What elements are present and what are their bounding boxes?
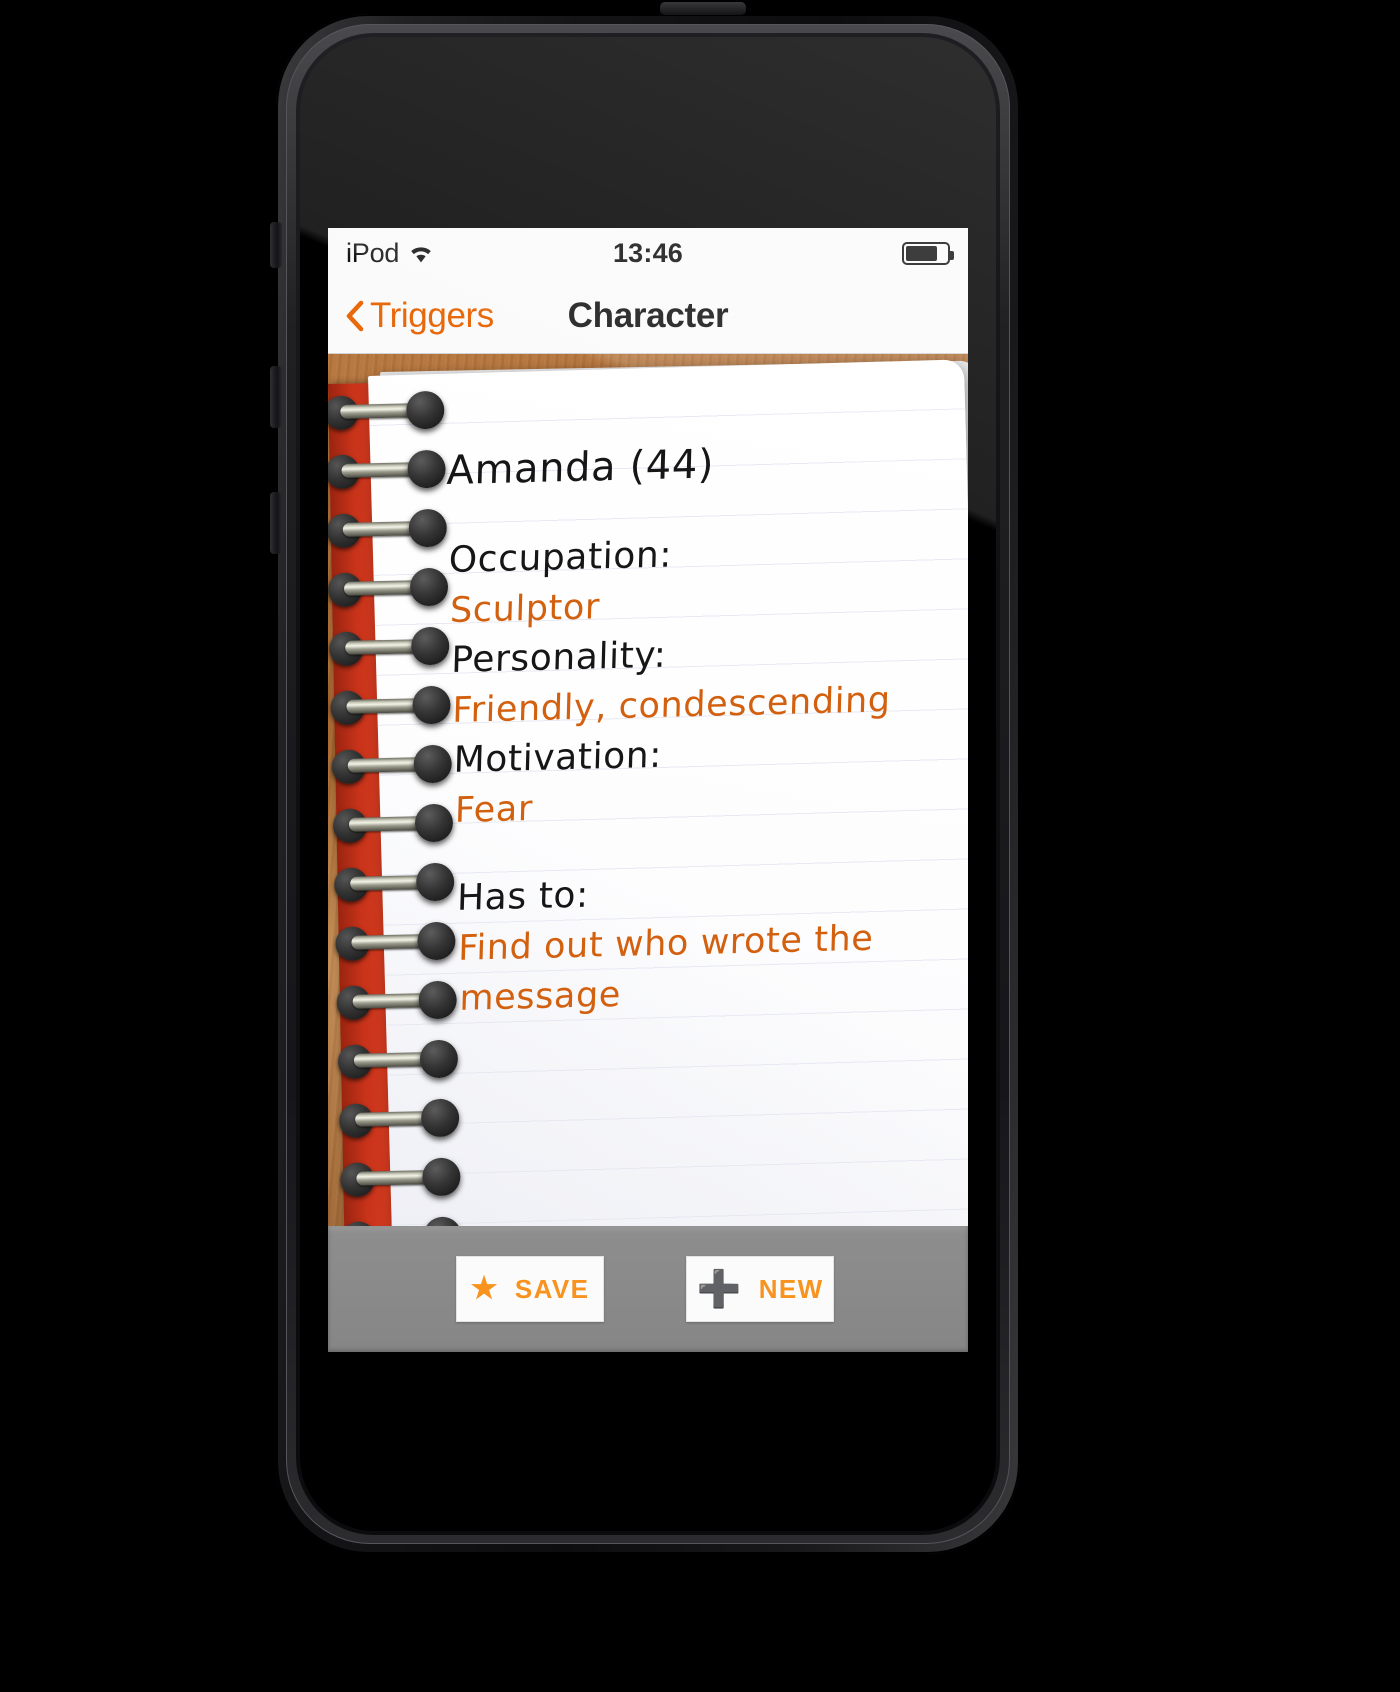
character-note[interactable]: Amanda (44) Occupation: Sculptor Persona… — [446, 435, 930, 1024]
volume-up-button[interactable] — [270, 366, 282, 428]
new-button[interactable]: ➕ NEW — [686, 1256, 834, 1322]
spiral-ring-right-cap — [418, 980, 458, 1020]
spiral-ring-right-cap — [409, 567, 449, 607]
volume-down-button[interactable] — [270, 492, 282, 554]
spiral-ring-right-cap — [417, 921, 456, 961]
spiral-ring — [328, 449, 448, 490]
spiral-ring — [335, 921, 458, 962]
spiral-ring-right-cap — [421, 1157, 461, 1197]
spiral-ring-right-cap — [410, 626, 450, 666]
spiral-ring — [328, 567, 451, 608]
chevron-left-icon — [344, 300, 364, 332]
save-button[interactable]: ★ SAVE — [456, 1256, 604, 1322]
battery-icon — [902, 241, 954, 265]
back-button[interactable]: Triggers — [328, 296, 494, 336]
carrier-label: iPod — [346, 237, 400, 268]
status-bar-left: iPod — [346, 238, 434, 269]
spiral-ring — [332, 803, 456, 844]
phone-screen: iPod 13:46 Triggers Character Amanda (44… — [328, 228, 968, 1352]
notebook-content-area: Amanda (44) Occupation: Sculptor Persona… — [328, 354, 968, 1352]
spiral-ring-right-cap — [414, 803, 454, 843]
spiral-ring-right-cap — [408, 508, 448, 548]
action-bar: ★ SAVE ➕ NEW — [328, 1226, 968, 1352]
spiral-ring — [336, 980, 459, 1021]
spiral-ring-right-cap — [415, 862, 455, 902]
status-bar-right — [902, 241, 954, 265]
mute-switch[interactable] — [270, 222, 282, 268]
spiral-ring — [340, 1157, 463, 1198]
screenshot-root: iPod 13:46 Triggers Character Amanda (44… — [0, 0, 1400, 1692]
back-button-label: Triggers — [370, 295, 494, 335]
spiral-ring — [328, 626, 452, 667]
spiral-ring — [337, 1039, 461, 1080]
wifi-icon — [408, 244, 434, 264]
status-bar: iPod 13:46 — [328, 228, 968, 278]
battery-fill — [906, 245, 938, 261]
navigation-bar: Triggers Character — [328, 278, 968, 354]
spiral-ring-right-cap — [420, 1098, 460, 1138]
star-icon: ★ — [470, 1272, 499, 1305]
spiral-ring-right-cap — [413, 744, 453, 784]
spiral-ring — [331, 744, 454, 785]
save-button-label: SAVE — [514, 1273, 590, 1304]
spiral-ring-right-cap — [407, 449, 446, 489]
spiral-ring-right-cap — [405, 390, 445, 430]
spiral-ring-right-cap — [412, 685, 451, 725]
plus-icon: ➕ — [696, 1268, 743, 1309]
spiral-ring-right-cap — [419, 1039, 459, 1079]
spiral-ring — [330, 685, 453, 726]
spiral-ring — [338, 1098, 462, 1139]
character-name-age: Amanda (44) — [445, 441, 715, 495]
spiral-ring — [333, 862, 457, 903]
spiral-ring — [328, 390, 447, 431]
spiral-ring — [328, 508, 449, 549]
power-button[interactable] — [660, 2, 746, 15]
new-button-label: NEW — [758, 1273, 824, 1304]
